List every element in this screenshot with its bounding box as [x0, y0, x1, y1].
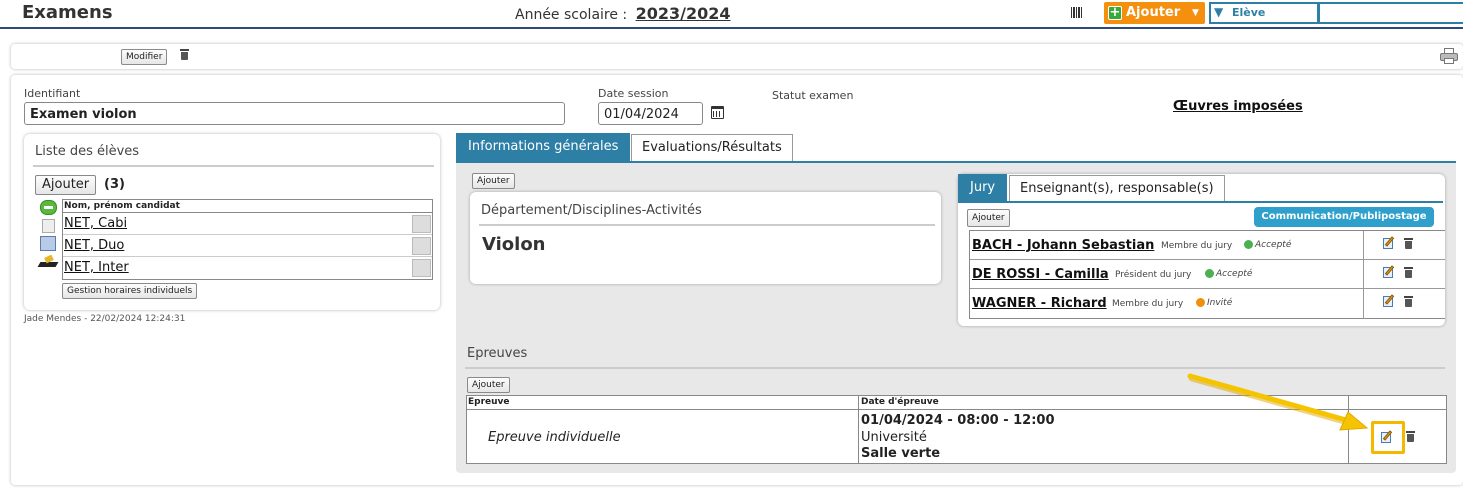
status-label: Statut examen — [772, 89, 854, 102]
tag-icon[interactable] — [412, 259, 431, 277]
identifier-input[interactable]: Examen violon — [24, 102, 565, 125]
jury-role: Membre du jury — [1112, 299, 1184, 309]
student-link-cabi[interactable]: NET, Cabi — [64, 216, 127, 231]
table-row: NET, Cabi — [63, 214, 432, 235]
table-row: NET, Inter — [63, 258, 432, 279]
trash-icon[interactable] — [1404, 238, 1413, 249]
edit-icon[interactable] — [1383, 265, 1395, 278]
col-epreuve: Epreuve — [468, 397, 510, 407]
dropdown-triangle-icon: ▼ — [1214, 5, 1224, 19]
jury-member-link[interactable]: WAGNER - Richard — [972, 296, 1107, 311]
tab-jury[interactable]: Jury — [958, 174, 1008, 202]
tag-icon[interactable] — [412, 237, 431, 255]
search-type-value: Elève — [1232, 6, 1266, 19]
modify-button[interactable]: Modifier — [121, 49, 168, 65]
info-add-button[interactable]: Ajouter — [472, 173, 515, 189]
status-dot-icon — [1205, 269, 1214, 278]
table-row: DE ROSSI - Camilla Président du jury Acc… — [970, 260, 1445, 289]
search-type-select[interactable]: ▼ Elève — [1209, 2, 1319, 24]
photo-icon[interactable] — [40, 236, 56, 251]
students-table: Nom, prénom candidat NET, Cabi NET, Duo … — [62, 199, 433, 280]
green-status-icon[interactable] — [40, 200, 57, 215]
students-count: (3) — [104, 177, 125, 192]
tag-icon[interactable] — [412, 215, 431, 233]
status-dot-icon — [1196, 298, 1205, 307]
trash-icon[interactable] — [1404, 296, 1413, 307]
identifier-label: Identifiant — [24, 87, 81, 100]
jury-status: Invité — [1196, 298, 1232, 308]
plus-icon: + — [1108, 5, 1122, 20]
date-session-input[interactable]: 01/04/2024 — [598, 102, 703, 125]
jury-status-text: Invité — [1207, 298, 1233, 308]
tab-evaluations[interactable]: Evaluations/Résultats — [631, 134, 793, 162]
header-divider — [0, 27, 1463, 29]
oeuvres-link[interactable]: Œuvres imposées — [1173, 99, 1303, 114]
epreuve-datetime: 01/04/2024 - 08:00 - 12:00 — [861, 413, 1055, 428]
student-link-inter[interactable]: NET, Inter — [64, 260, 129, 275]
jury-status: Accepté — [1205, 269, 1252, 279]
toolbar-panel — [11, 44, 1463, 69]
table-row: NET, Duo — [63, 236, 432, 257]
jury-member-link[interactable]: BACH - Johann Sebastian — [972, 238, 1154, 253]
status-dot-icon — [1244, 240, 1253, 249]
trash-icon[interactable] — [1406, 431, 1415, 442]
students-title-divider — [33, 165, 434, 167]
communication-button[interactable]: Communication/Publipostage — [1254, 207, 1434, 227]
sign-icon[interactable] — [37, 254, 59, 268]
identifier-value: Examen violon — [30, 107, 137, 122]
epreuves-title: Epreuves — [467, 346, 528, 361]
page-title: Examens — [22, 2, 113, 23]
jury-add-button[interactable]: Ajouter — [967, 209, 1010, 227]
document-icon[interactable] — [42, 219, 55, 233]
epreuves-add-button[interactable]: Ajouter — [467, 377, 510, 393]
jury-role: Président du jury — [1115, 270, 1192, 280]
date-session-label: Date session — [598, 87, 669, 100]
trash-icon[interactable] — [1404, 267, 1413, 278]
calendar-icon[interactable] — [711, 106, 724, 119]
epreuve-place: Université — [861, 430, 927, 445]
chevron-down-icon: ▼ — [1192, 8, 1199, 18]
jury-tabs-underline — [958, 201, 1443, 203]
jury-status-text: Accepté — [1216, 269, 1253, 279]
jury-role: Membre du jury — [1161, 241, 1233, 251]
add-student-button[interactable]: Ajouter — [35, 175, 97, 195]
date-session-value: 01/04/2024 — [604, 107, 679, 122]
school-year: Année scolaire : 2023/2024 — [515, 4, 731, 23]
school-year-label: Année scolaire : — [515, 7, 628, 23]
tab-general-info[interactable]: Informations générales — [456, 133, 631, 162]
epreuve-name: Epreuve individuelle — [488, 430, 621, 445]
student-link-duo[interactable]: NET, Duo — [64, 238, 124, 253]
tab-teachers[interactable]: Enseignant(s), responsable(s) — [1009, 175, 1225, 202]
edit-icon[interactable] — [1383, 236, 1395, 249]
epreuve-room: Salle verte — [861, 446, 941, 461]
table-row: BACH - Johann Sebastian Membre du jury A… — [970, 231, 1445, 260]
schedule-button[interactable]: Gestion horaires individuels — [62, 283, 198, 299]
department-divider — [479, 224, 935, 226]
students-column-header: Nom, prénom candidat — [63, 200, 432, 213]
audit-info: Jade Mendes - 22/02/2024 12:24:31 — [24, 314, 186, 324]
edit-icon — [1381, 430, 1393, 443]
barcode-icon[interactable] — [1071, 7, 1083, 18]
jury-member-link[interactable]: DE ROSSI - Camilla — [972, 267, 1109, 282]
annotation-arrow — [1187, 373, 1369, 431]
jury-status-text: Accepté — [1255, 240, 1292, 250]
department-title: Département/Disciplines-Activités — [481, 203, 702, 218]
school-year-value[interactable]: 2023/2024 — [636, 4, 731, 23]
students-title: Liste des élèves — [35, 144, 140, 159]
edit-icon[interactable] — [1383, 294, 1395, 307]
department-value: Violon — [477, 234, 551, 255]
add-button[interactable]: + Ajouter ▼ — [1104, 2, 1205, 24]
add-button-label: Ajouter — [1126, 5, 1181, 20]
jury-status: Accepté — [1244, 240, 1291, 250]
table-row: WAGNER - Richard Membre du jury Invité — [970, 289, 1445, 318]
col-date: Date d'épreuve — [861, 397, 939, 407]
print-icon[interactable] — [1440, 48, 1458, 64]
search-input[interactable] — [1318, 2, 1463, 24]
trash-icon[interactable] — [180, 49, 189, 60]
